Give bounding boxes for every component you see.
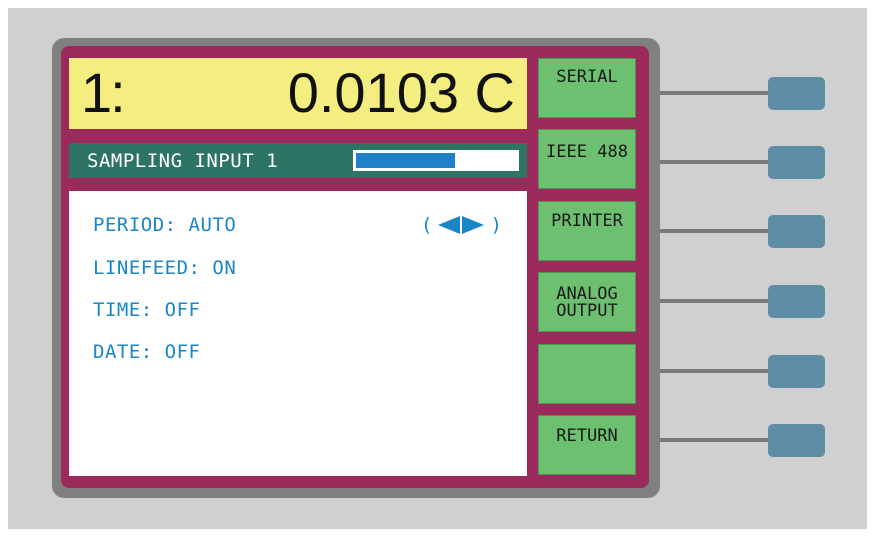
param-date[interactable]: DATE: OFF <box>93 340 200 364</box>
hardware-button-4[interactable] <box>768 285 825 318</box>
button-linkage <box>660 229 780 233</box>
hardware-button-3[interactable] <box>768 215 825 248</box>
settings-panel: PERIOD: AUTO ( ) LINEFEED: ON TIME: OFF … <box>69 191 527 476</box>
button-linkage <box>660 91 780 95</box>
softkey-analog-output[interactable]: ANALOG OUTPUT <box>538 272 636 332</box>
adjust-open-paren: ( <box>421 214 433 236</box>
softkey-serial-label: SERIAL <box>556 67 618 87</box>
button-linkage <box>660 369 780 373</box>
hardware-button-5[interactable] <box>768 355 825 388</box>
softkey-blank[interactable] <box>538 344 636 404</box>
button-linkage <box>660 299 780 303</box>
softkey-ieee-488-label: IEEE 488 <box>546 142 628 162</box>
readout-value: 0.0103 C <box>287 61 515 124</box>
readout-channel: 1: <box>81 61 126 124</box>
hardware-button-6[interactable] <box>768 424 825 457</box>
right-triangle-icon <box>462 216 485 234</box>
hardware-button-1[interactable] <box>768 77 825 110</box>
softkey-return[interactable]: RETURN <box>538 415 636 475</box>
softkey-printer[interactable]: PRINTER <box>538 201 636 261</box>
param-time[interactable]: TIME: OFF <box>93 298 200 322</box>
button-linkage <box>660 438 780 442</box>
hardware-button-2[interactable] <box>768 146 825 179</box>
adjust-arrows: ( ) <box>421 213 502 237</box>
param-period[interactable]: PERIOD: AUTO <box>93 213 236 237</box>
button-linkage <box>660 160 780 164</box>
status-label: SAMPLING INPUT 1 <box>87 150 279 172</box>
sampling-progress-bar <box>352 149 520 172</box>
sampling-progress-fill <box>356 153 455 168</box>
param-linefeed[interactable]: LINEFEED: ON <box>93 256 236 280</box>
softkey-analog-output-label: ANALOG OUTPUT <box>556 284 618 321</box>
softkey-serial[interactable]: SERIAL <box>538 58 636 118</box>
softkey-printer-label: PRINTER <box>551 211 623 231</box>
softkey-ieee-488[interactable]: IEEE 488 <box>538 129 636 189</box>
measurement-readout: 1: 0.0103 C <box>69 58 527 129</box>
status-bar: SAMPLING INPUT 1 <box>69 143 527 178</box>
softkey-return-label: RETURN <box>556 426 618 446</box>
left-triangle-icon <box>438 216 461 234</box>
adjust-close-paren: ) <box>490 214 502 236</box>
